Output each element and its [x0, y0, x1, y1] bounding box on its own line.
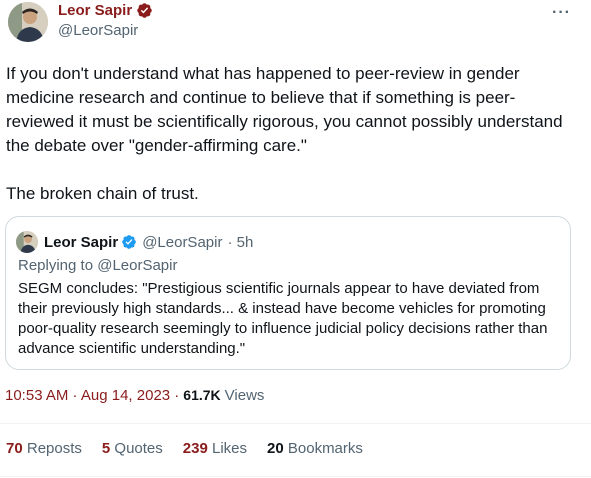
likes-label: Likes — [211, 440, 248, 457]
tweet-body: If you don't understand what has happene… — [6, 62, 576, 206]
avatar[interactable] — [8, 2, 48, 42]
likes-link[interactable]: 239 Likes — [183, 440, 247, 457]
tweet-header: Leor Sapir @LeorSapir ··· — [8, 0, 583, 44]
replying-to: Replying to @LeorSapir — [18, 257, 178, 274]
verified-badge-icon — [122, 235, 137, 249]
quoted-time: · 5h — [227, 233, 254, 251]
quotes-count: 5 — [101, 440, 111, 457]
reposts-label: Reposts — [26, 440, 82, 457]
author-name[interactable]: Leor Sapir — [58, 2, 132, 19]
views-label: Views — [224, 387, 265, 404]
reposts-link[interactable]: 70 Reposts — [6, 440, 82, 457]
quotes-link[interactable]: 5 Quotes — [102, 440, 163, 457]
quoted-author-name: Leor Sapir — [44, 233, 119, 251]
quotes-label: Quotes — [114, 440, 163, 457]
divider — [0, 423, 591, 424]
tweet-meta: 10:53 AM · Aug 14, 2023 · 61.7K Views — [5, 387, 264, 404]
quoted-tweet[interactable]: Leor Sapir @LeorSapir · 5h Replying to @… — [5, 216, 571, 370]
views-count: 61.7K — [183, 387, 221, 403]
bookmarks-link[interactable]: 20 Bookmarks — [267, 440, 363, 457]
author-handle[interactable]: @LeorSapir — [58, 22, 138, 39]
quoted-author-handle: @LeorSapir — [142, 233, 223, 251]
author-row: Leor Sapir — [58, 2, 153, 19]
bookmarks-label: Bookmarks — [287, 440, 363, 457]
divider — [0, 476, 591, 477]
quoted-text: SEGM concludes: "Prestigious scientific … — [18, 280, 548, 357]
bookmarks-count: 20 — [267, 440, 284, 457]
verified-badge-icon — [137, 3, 152, 18]
more-horizontal-icon[interactable]: ··· — [552, 4, 571, 22]
tweet-paragraph: If you don't understand what has happene… — [6, 64, 563, 155]
tweet-paragraph: The broken chain of trust. — [6, 184, 199, 203]
quoted-avatar — [16, 231, 38, 253]
quoted-tweet-header: Leor Sapir @LeorSapir · 5h — [16, 231, 253, 253]
reposts-count: 70 — [6, 440, 23, 457]
timestamp-link[interactable]: 10:53 AM · Aug 14, 2023 · — [5, 387, 179, 404]
engagement-stats: 70 Reposts 5 Quotes 239 Likes 20 Bookmar… — [6, 440, 383, 457]
likes-count: 239 — [182, 440, 208, 457]
